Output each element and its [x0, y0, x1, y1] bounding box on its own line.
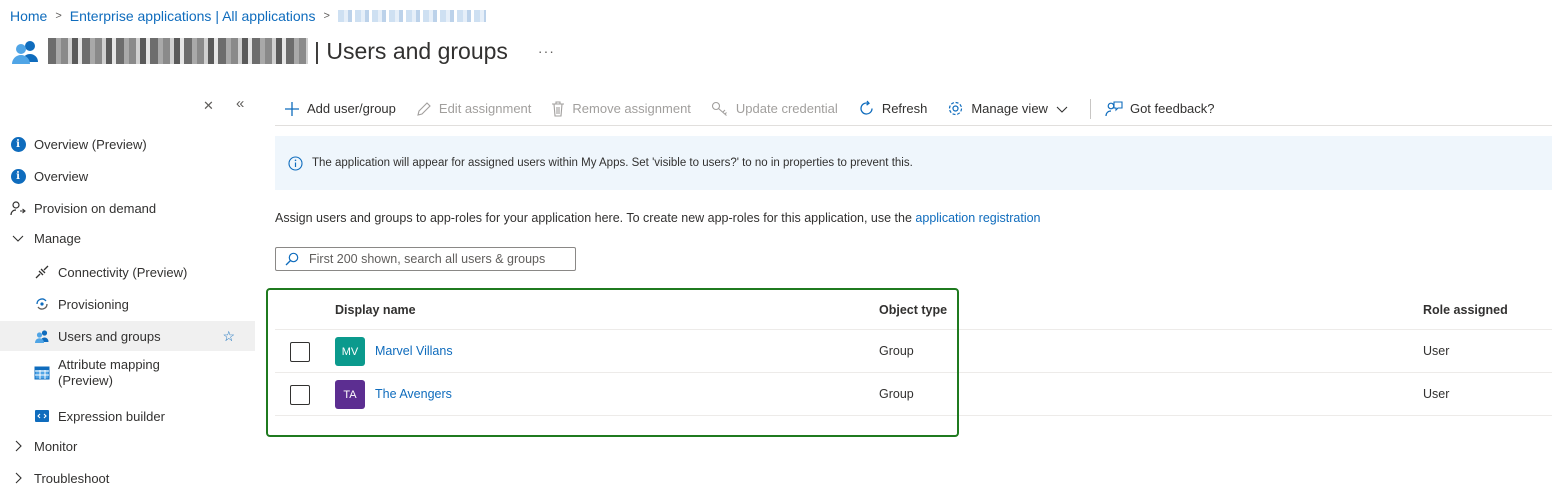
code-icon — [34, 408, 50, 424]
user-provision-icon — [10, 200, 26, 216]
pencil-icon — [416, 101, 432, 117]
sidebar-item-label: Attribute mapping (Preview) — [58, 357, 160, 388]
feedback-button[interactable]: Got feedback? — [1103, 94, 1217, 124]
users-icon — [34, 328, 50, 344]
row-role-assigned: User — [1423, 344, 1450, 358]
sidebar-item-expression-builder[interactable]: Expression builder — [0, 401, 255, 431]
feedback-label: Got feedback? — [1129, 101, 1215, 116]
sidebar-item-attribute-mapping[interactable]: Attribute mapping (Preview) — [0, 353, 255, 393]
chevron-right-icon — [10, 470, 26, 486]
sidebar: ✕ « i Overview (Preview) i Overview Prov… — [0, 92, 255, 497]
page-title: | Users and groups — [314, 37, 508, 64]
search-box[interactable] — [275, 247, 576, 271]
breadcrumb-enterprise-link[interactable]: Enterprise applications | All applicatio… — [70, 8, 316, 24]
row-object-type: Group — [879, 344, 914, 358]
update-credential-button[interactable]: Update credential — [709, 94, 840, 124]
info-icon: i — [10, 136, 26, 152]
users-icon — [12, 41, 38, 64]
info-icon: i — [10, 168, 26, 184]
assignments-table: Display name Object type Role assigned M… — [275, 290, 1552, 416]
column-header-object-type[interactable]: Object type — [879, 303, 947, 317]
remove-assignment-button[interactable]: Remove assignment — [549, 94, 693, 124]
avatar: TA — [335, 380, 365, 409]
sidebar-item-users-and-groups[interactable]: Users and groups ☆ — [0, 321, 255, 351]
sidebar-group-monitor[interactable]: Monitor — [0, 431, 255, 461]
sidebar-item-label: Overview — [34, 168, 89, 184]
edit-assignment-button[interactable]: Edit assignment — [414, 94, 534, 124]
chevron-right-icon — [10, 438, 26, 454]
search-icon — [285, 252, 299, 266]
sidebar-item-provision-on-demand[interactable]: Provision on demand — [0, 193, 255, 223]
sidebar-item-label: Provisioning — [58, 296, 129, 312]
search-input[interactable] — [309, 252, 569, 266]
sidebar-item-label: Provision on demand — [34, 200, 157, 216]
manage-view-label: Manage view — [971, 101, 1048, 116]
toolbar-divider — [1089, 98, 1091, 119]
sidebar-item-overview-preview[interactable]: i Overview (Preview) — [0, 129, 255, 159]
info-outline-icon — [288, 155, 303, 171]
gear-icon — [947, 100, 964, 117]
app-name-redacted — [48, 38, 308, 64]
table-header: Display name Object type Role assigned — [275, 290, 1552, 330]
breadcrumb-home-link[interactable]: Home — [10, 8, 47, 24]
page-header: | Users and groups ··· — [10, 33, 555, 69]
sidebar-group-manage[interactable]: Manage — [0, 223, 255, 253]
column-header-display-name[interactable]: Display name — [335, 303, 416, 317]
plug-icon — [34, 264, 50, 280]
info-banner-text: The application will appear for assigned… — [312, 157, 913, 169]
info-banner: The application will appear for assigned… — [275, 136, 1552, 190]
page-description: Assign users and groups to app-roles for… — [275, 211, 1041, 225]
row-display-name-link[interactable]: Marvel Villans — [375, 344, 453, 358]
command-bar: Add user/group Edit assignment Remove as… — [275, 92, 1552, 126]
manage-view-button[interactable]: Manage view — [945, 94, 1070, 124]
sidebar-item-overview[interactable]: i Overview — [0, 161, 255, 191]
row-object-type: Group — [879, 387, 914, 401]
sidebar-item-label: Manage — [34, 230, 81, 246]
sidebar-item-label: Users and groups — [58, 328, 161, 344]
chevron-down-icon — [1056, 103, 1068, 115]
refresh-button[interactable]: Refresh — [856, 94, 930, 124]
update-credential-label: Update credential — [735, 101, 838, 116]
sidebar-item-provisioning[interactable]: Provisioning — [0, 289, 255, 319]
add-user-group-label: Add user/group — [307, 101, 396, 116]
table-row[interactable]: MV Marvel Villans Group User — [275, 330, 1552, 373]
refresh-icon — [858, 100, 875, 117]
key-icon — [711, 101, 729, 117]
sync-icon — [34, 296, 50, 312]
close-icon[interactable]: ✕ — [203, 98, 214, 114]
table-row[interactable]: TA The Avengers Group User — [275, 373, 1552, 416]
favorite-star-icon[interactable]: ☆ — [222, 328, 235, 345]
chevron-right-icon: > — [55, 10, 62, 22]
more-options-button[interactable]: ··· — [538, 43, 555, 59]
trash-icon — [551, 100, 565, 117]
chevron-down-icon — [10, 230, 26, 246]
remove-assignment-label: Remove assignment — [572, 101, 691, 116]
description-text: Assign users and groups to app-roles for… — [275, 211, 916, 225]
edit-assignment-label: Edit assignment — [438, 101, 532, 116]
collapse-sidebar-icon[interactable]: « — [236, 95, 244, 112]
row-role-assigned: User — [1423, 387, 1450, 401]
sidebar-item-label: Expression builder — [58, 408, 165, 424]
breadcrumb: Home > Enterprise applications | All app… — [10, 7, 486, 25]
avatar: MV — [335, 337, 365, 366]
sidebar-item-label: Monitor — [34, 438, 78, 454]
row-checkbox[interactable] — [290, 385, 310, 405]
column-header-role-assigned[interactable]: Role assigned — [1423, 303, 1508, 317]
sidebar-item-label: Connectivity (Preview) — [58, 264, 188, 280]
row-display-name-link[interactable]: The Avengers — [375, 387, 452, 401]
row-checkbox[interactable] — [290, 342, 310, 362]
plus-icon — [284, 101, 300, 117]
sidebar-item-connectivity[interactable]: Connectivity (Preview) — [0, 257, 255, 287]
add-user-group-button[interactable]: Add user/group — [282, 94, 398, 124]
sidebar-item-label: Troubleshoot — [34, 470, 110, 486]
refresh-label: Refresh — [881, 101, 928, 116]
sidebar-group-troubleshoot[interactable]: Troubleshoot — [0, 463, 255, 493]
breadcrumb-app-redacted[interactable] — [337, 10, 486, 22]
application-registration-link[interactable]: application registration — [915, 211, 1040, 225]
feedback-icon — [1105, 100, 1123, 117]
sidebar-item-label: Overview (Preview) — [34, 136, 147, 152]
chevron-right-icon: > — [323, 10, 330, 22]
table-icon — [34, 365, 50, 381]
